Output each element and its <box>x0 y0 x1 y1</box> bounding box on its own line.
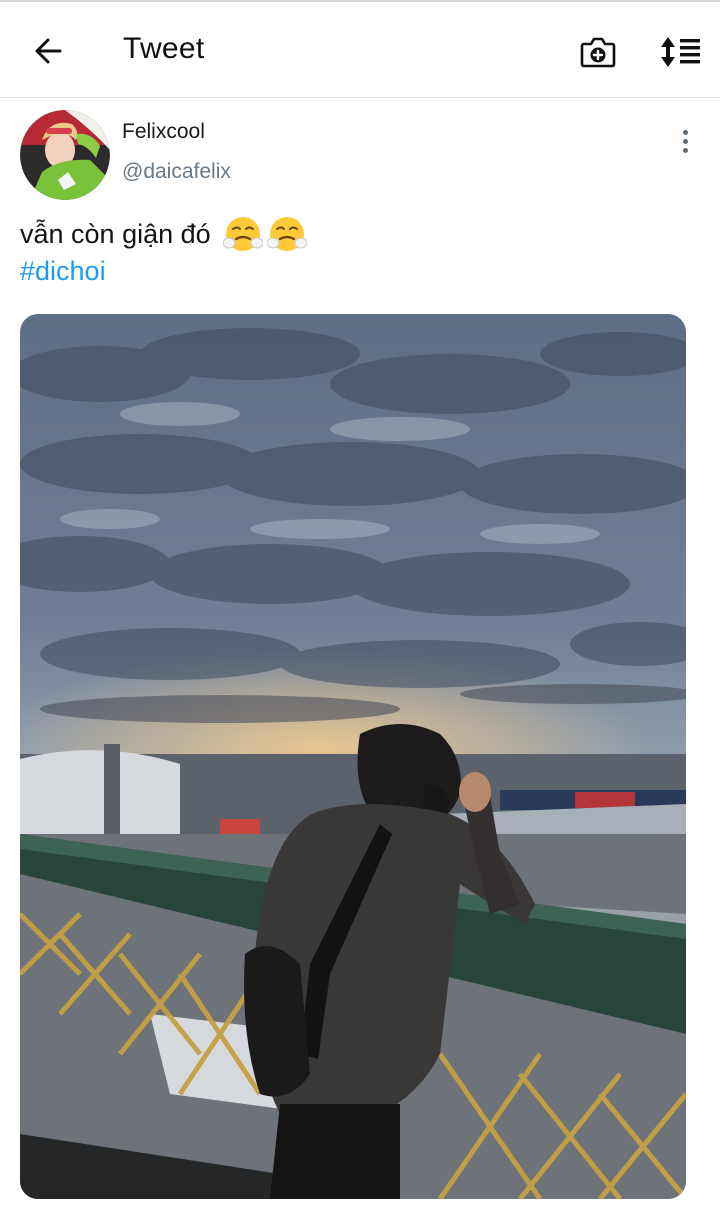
author-display-name[interactable]: Felixcool <box>122 120 205 144</box>
page-title: Tweet <box>123 32 205 65</box>
tweet-photo[interactable] <box>20 314 686 1199</box>
camera-button[interactable] <box>572 28 624 76</box>
back-button[interactable] <box>22 28 74 74</box>
avatar[interactable] <box>20 110 110 200</box>
face-with-steam-icon <box>266 217 307 251</box>
camera-add-icon <box>580 37 616 68</box>
more-vertical-icon <box>682 129 688 135</box>
hashtag-link[interactable]: #dichoi <box>20 256 106 287</box>
face-with-steam-icon <box>222 217 263 251</box>
sort-button[interactable] <box>652 28 708 76</box>
sort-list-icon <box>661 37 700 67</box>
author-handle[interactable]: @daicafelix <box>122 160 231 184</box>
tweet-body: vẫn còn giận đó <box>20 218 211 249</box>
arrow-left-icon <box>35 38 62 64</box>
more-options-button[interactable] <box>668 124 702 158</box>
more-dot <box>682 147 688 153</box>
more-dot <box>682 138 688 144</box>
tweet-text: vẫn còn giận đó <box>20 214 307 254</box>
avatar-photo <box>20 110 110 200</box>
photo-sunset-railing <box>20 314 686 1199</box>
top-app-bar: Tweet <box>0 0 720 98</box>
